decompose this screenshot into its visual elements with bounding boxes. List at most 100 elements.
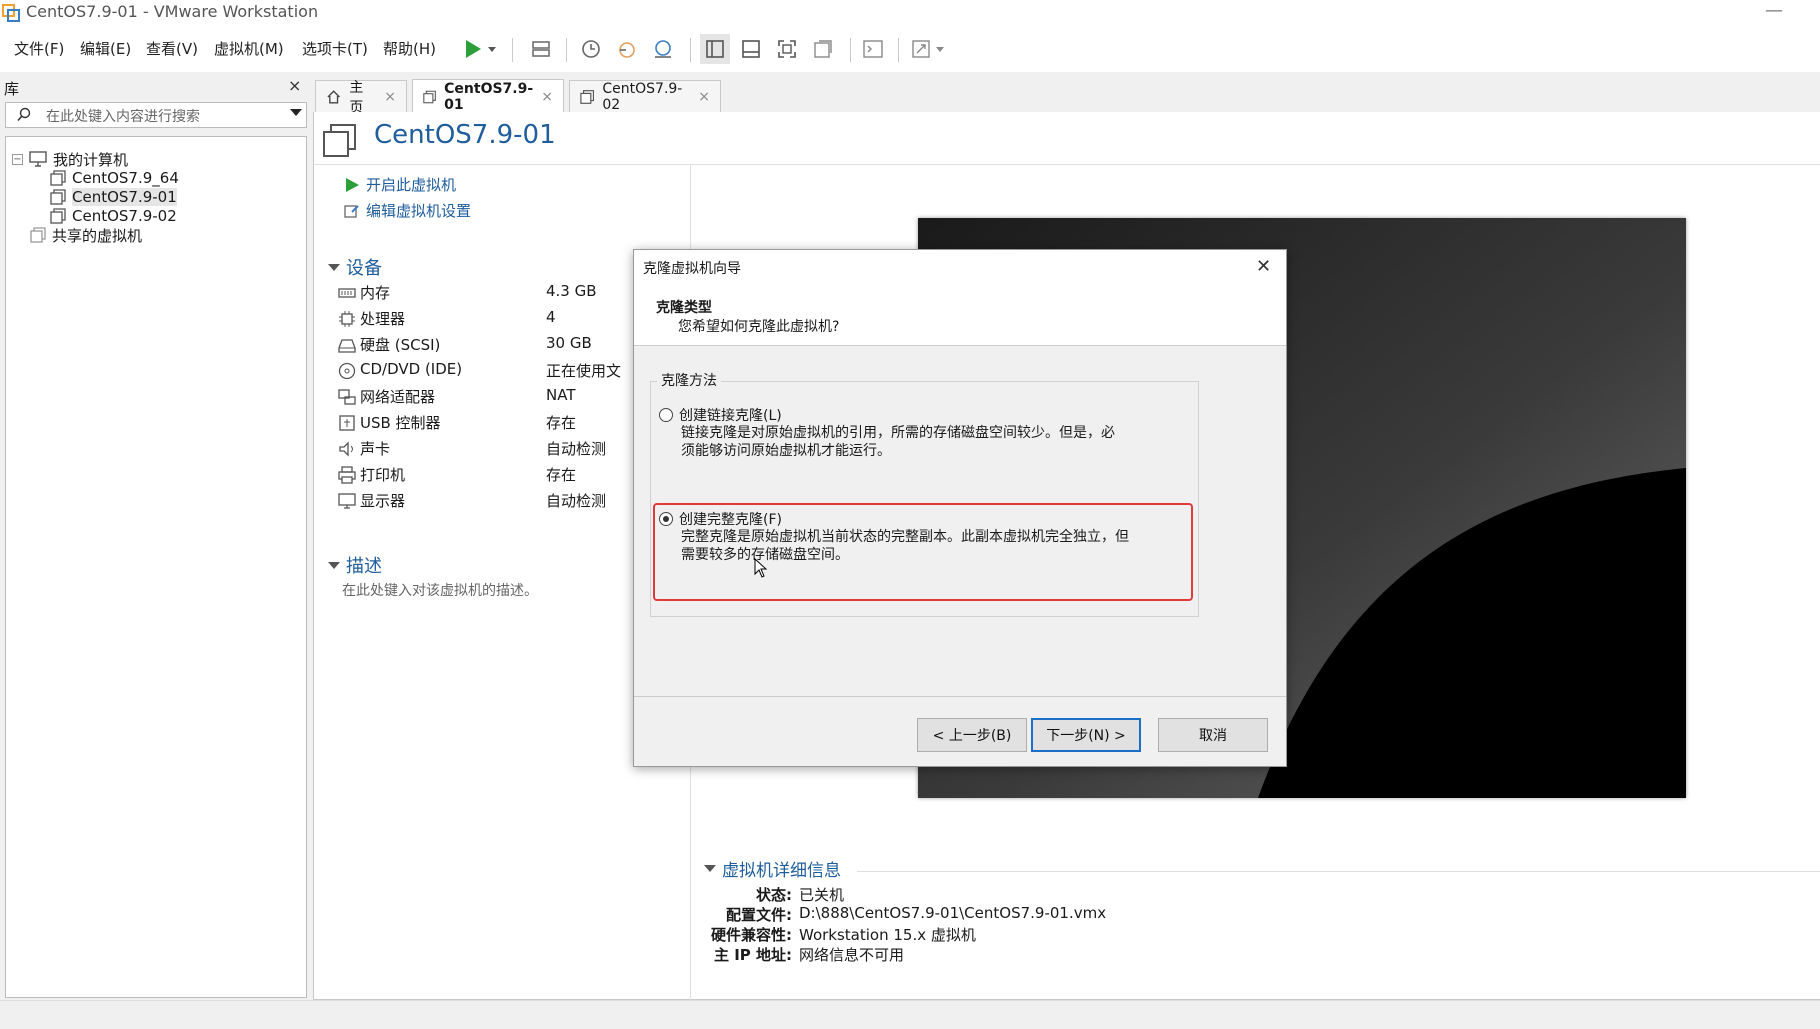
tree-item-vm[interactable]: CentOS7.9_64 bbox=[50, 168, 179, 188]
send-keys-button[interactable] bbox=[526, 34, 556, 64]
edit-settings-icon bbox=[344, 204, 359, 218]
devices-section-header[interactable]: 设备 bbox=[328, 254, 382, 280]
tab-vm-active[interactable]: CentOS7.9-01 × bbox=[412, 79, 564, 113]
stretch-dropdown-button[interactable] bbox=[932, 34, 948, 64]
sound-icon bbox=[339, 441, 353, 457]
revert-snapshot-button[interactable] bbox=[612, 34, 642, 64]
description-section-header[interactable]: 描述 bbox=[328, 552, 382, 578]
menu-file[interactable]: 文件(F) bbox=[14, 38, 64, 59]
device-name: 打印机 bbox=[360, 466, 406, 484]
dialog-close-button[interactable]: ✕ bbox=[1256, 256, 1271, 277]
computer-icon bbox=[29, 151, 47, 167]
menu-view[interactable]: 查看(V) bbox=[146, 38, 198, 59]
device-value: 自动检测 bbox=[546, 492, 607, 510]
keyboard-send-icon bbox=[532, 41, 550, 57]
snapshot-button[interactable] bbox=[576, 34, 606, 64]
minimize-button[interactable]: — bbox=[1756, 0, 1792, 24]
detail-key: 主 IP 地址: bbox=[713, 946, 792, 964]
library-pane: 库 × 在此处键入内容进行搜索 − 我的计算机 CentOS7.9_64 Cen… bbox=[0, 72, 310, 998]
device-value: 存在 bbox=[546, 414, 577, 432]
detail-key: 状态: bbox=[756, 886, 792, 904]
device-name: 硬盘 (SCSI) bbox=[360, 336, 441, 354]
section-title: 描述 bbox=[346, 556, 382, 577]
unity-icon bbox=[814, 40, 832, 58]
device-name: USB 控制器 bbox=[360, 414, 441, 432]
power-dropdown-button[interactable] bbox=[484, 34, 500, 64]
device-name: 声卡 bbox=[360, 440, 391, 458]
console-button[interactable] bbox=[858, 34, 888, 64]
tab-strip: 主页 × CentOS7.9-01 × CentOS7.9-02 × bbox=[313, 72, 1820, 116]
device-name: 处理器 bbox=[360, 310, 406, 328]
tab-close-icon[interactable]: × bbox=[541, 89, 553, 105]
fullscreen-button[interactable] bbox=[772, 34, 802, 64]
tree-my-computer[interactable]: − 我的计算机 bbox=[12, 149, 128, 169]
tab-label: CentOS7.9-01 bbox=[444, 80, 534, 113]
tree-label: CentOS7.9-01 bbox=[72, 188, 177, 206]
tree-item-vm-selected[interactable]: CentOS7.9-01 bbox=[50, 187, 177, 207]
device-value: NAT bbox=[546, 386, 576, 404]
vm-details-section-header[interactable]: 虚拟机详细信息 bbox=[704, 856, 841, 881]
menu-tabs[interactable]: 选项卡(T) bbox=[302, 38, 368, 59]
menu-edit[interactable]: 编辑(E) bbox=[80, 38, 131, 59]
usb-icon bbox=[339, 415, 355, 431]
menu-vm[interactable]: 虚拟机(M) bbox=[214, 38, 284, 59]
linked-clone-radio[interactable]: 创建链接克隆(L) bbox=[659, 405, 782, 425]
bottom-panel-icon bbox=[742, 40, 760, 58]
unity-button[interactable] bbox=[808, 34, 838, 64]
detail-key: 硬件兼容性: bbox=[711, 926, 792, 944]
radio-button[interactable] bbox=[659, 408, 673, 422]
dialog-header: 克隆虚拟机向导 ✕ 克隆类型 您希望如何克隆此虚拟机? bbox=[634, 250, 1286, 346]
chevron-down-icon[interactable] bbox=[290, 109, 302, 117]
tree-label: 我的计算机 bbox=[53, 150, 129, 169]
tree-label: 共享的虚拟机 bbox=[52, 226, 143, 245]
show-library-button[interactable] bbox=[700, 34, 730, 64]
mouse-cursor-icon bbox=[754, 558, 768, 578]
radio-label: 创建链接克隆(L) bbox=[679, 408, 782, 424]
next-button[interactable]: 下一步(N) > bbox=[1031, 718, 1141, 752]
snapshot-manager-button[interactable] bbox=[648, 34, 678, 64]
dialog-title: 克隆虚拟机向导 bbox=[643, 261, 741, 277]
device-value: 30 GB bbox=[546, 334, 592, 352]
tree-shared-vms[interactable]: 共享的虚拟机 bbox=[30, 225, 142, 245]
action-label: 编辑虚拟机设置 bbox=[366, 202, 472, 220]
chevron-down-icon bbox=[936, 47, 944, 52]
detail-value: 已关机 bbox=[799, 886, 845, 904]
linked-clone-description: 链接克隆是对原始虚拟机的引用，所需的存储磁盘空间较少。但是，必 须能够访问原始虚… bbox=[681, 424, 1181, 460]
tab-vm[interactable]: CentOS7.9-02 × bbox=[569, 80, 721, 113]
device-value: 4 bbox=[546, 308, 556, 326]
cancel-button[interactable]: 取消 bbox=[1158, 718, 1268, 752]
clone-wizard-dialog: 克隆虚拟机向导 ✕ 克隆类型 您希望如何克隆此虚拟机? 克隆方法 创建链接克隆(… bbox=[633, 249, 1287, 767]
collapse-toggle-icon[interactable]: − bbox=[12, 153, 23, 165]
tree-label: CentOS7.9_64 bbox=[72, 169, 179, 187]
power-on-vm-link[interactable]: 开启此虚拟机 bbox=[344, 174, 456, 195]
chevron-down-icon bbox=[488, 47, 496, 52]
vm-icon bbox=[50, 189, 66, 205]
library-close-button[interactable]: × bbox=[288, 76, 301, 95]
tab-close-icon[interactable]: × bbox=[384, 89, 396, 105]
tab-close-icon[interactable]: × bbox=[698, 89, 710, 105]
title-bar: CentOS7.9-01 - VMware Workstation — bbox=[0, 0, 1820, 26]
collapse-triangle-icon bbox=[704, 865, 716, 872]
vm-icon bbox=[580, 89, 595, 104]
cd-icon bbox=[338, 362, 356, 380]
thumbnail-bar-button[interactable] bbox=[736, 34, 766, 64]
device-value: 存在 bbox=[546, 466, 577, 484]
tab-label: CentOS7.9-02 bbox=[602, 80, 683, 113]
device-name: 内存 bbox=[360, 284, 391, 302]
tree-label: CentOS7.9-02 bbox=[72, 207, 177, 225]
menu-bar: 文件(F) 编辑(E) 查看(V) 虚拟机(M) 选项卡(T) 帮助(H) bbox=[0, 26, 1820, 72]
description-placeholder[interactable]: 在此处键入对该虚拟机的描述。 bbox=[342, 580, 538, 600]
tab-home[interactable]: 主页 × bbox=[315, 80, 407, 116]
terminal-icon bbox=[863, 40, 883, 58]
menu-help[interactable]: 帮助(H) bbox=[383, 38, 436, 59]
device-value: 正在使用文 bbox=[546, 362, 622, 380]
back-button[interactable]: < 上一步(B) bbox=[917, 718, 1027, 752]
library-search-box[interactable]: 在此处键入内容进行搜索 bbox=[5, 102, 307, 128]
cpu-icon bbox=[339, 311, 355, 327]
section-title: 设备 bbox=[346, 258, 382, 279]
device-name: CD/DVD (IDE) bbox=[360, 360, 463, 378]
edit-vm-settings-link[interactable]: 编辑虚拟机设置 bbox=[344, 200, 471, 221]
tree-item-vm[interactable]: CentOS7.9-02 bbox=[50, 206, 177, 226]
home-icon bbox=[327, 89, 340, 103]
fullscreen-icon bbox=[778, 40, 796, 58]
